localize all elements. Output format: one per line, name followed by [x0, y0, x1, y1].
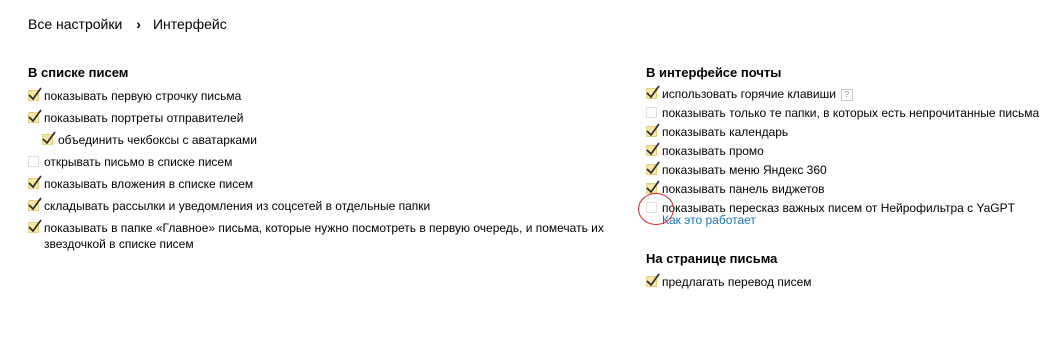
option-show-attachments[interactable]: показывать вложения в списке писем [28, 175, 608, 192]
option-show-widgets-panel[interactable]: показывать панель виджетов [646, 180, 1064, 197]
mail-interface-section: В интерфейсе почты использовать горячие … [638, 64, 1064, 296]
checkbox[interactable] [646, 273, 660, 287]
option-label: показывать в папке «Главное» письма, кот… [44, 221, 604, 251]
checkbox[interactable] [28, 175, 42, 189]
option-label: объединить чекбоксы с аватарками [58, 133, 258, 147]
option-label: показывать портреты отправителей [44, 111, 244, 125]
breadcrumb-all-settings[interactable]: Все настройки [28, 16, 122, 32]
option-merge-checkboxes-avatars[interactable]: объединить чекбоксы с аватарками [42, 131, 608, 148]
option-show-calendar[interactable]: показывать календарь [646, 123, 1064, 140]
checkbox[interactable] [28, 197, 42, 211]
option-label: открывать письмо в списке писем [44, 155, 233, 169]
letter-page-options: предлагать перевод писем [646, 273, 1064, 290]
mail-interface-title: В интерфейсе почты [646, 65, 782, 80]
checkbox[interactable] [646, 142, 660, 156]
check-icon [28, 197, 42, 211]
option-show-promo[interactable]: показывать промо [646, 142, 1064, 159]
checkbox[interactable] [28, 109, 42, 123]
check-icon [646, 123, 660, 137]
option-show-first-line[interactable]: показывать первую строчку письма [28, 87, 608, 104]
option-offer-translation[interactable]: предлагать перевод писем [646, 273, 1064, 290]
help-icon[interactable]: ? [840, 89, 853, 101]
mail-interface-options: использовать горячие клавиши? показывать… [638, 85, 1064, 228]
check-icon [28, 109, 42, 123]
checkbox[interactable] [28, 219, 42, 233]
option-label: показывать календарь [662, 125, 789, 139]
option-show-sender-portraits[interactable]: показывать портреты отправителей [28, 109, 608, 126]
check-icon [646, 180, 660, 194]
option-label: предлагать перевод писем [662, 275, 812, 289]
option-label: показывать вложения в списке писем [44, 177, 254, 191]
option-label: показывать только те папки, в которых ес… [662, 106, 1040, 120]
option-label: складывать рассылки и уведомления из соц… [44, 199, 431, 213]
breadcrumb: Все настройки › Интерфейс [28, 16, 227, 32]
check-icon [646, 273, 660, 287]
option-open-letter-in-list[interactable]: открывать письмо в списке писем [28, 154, 608, 170]
checkbox[interactable] [42, 131, 56, 145]
check-icon [28, 175, 42, 189]
option-label: показывать меню Яндекс 360 [662, 163, 827, 177]
checkbox[interactable] [646, 180, 660, 194]
checkbox[interactable] [646, 107, 657, 118]
list-settings-section: В списке писем показывать первую строчку… [28, 64, 608, 258]
checkbox[interactable] [646, 85, 660, 99]
option-hotkeys[interactable]: использовать горячие клавиши? [646, 85, 1064, 102]
check-icon [646, 142, 660, 156]
list-settings-title: В списке писем [28, 65, 129, 80]
check-icon [646, 161, 660, 175]
breadcrumb-current: Интерфейс [152, 16, 227, 32]
check-icon [42, 131, 56, 145]
checkbox[interactable] [646, 123, 660, 137]
option-unread-folders-only[interactable]: показывать только те папки, в которых ес… [646, 105, 1064, 121]
option-group-newsletters[interactable]: складывать рассылки и уведомления из соц… [28, 197, 608, 214]
checkbox[interactable] [28, 156, 39, 167]
check-icon [28, 87, 42, 101]
option-neurofilter-summary[interactable]: показывать пересказ важных писем от Нейр… [638, 193, 1064, 228]
option-label: использовать горячие клавиши [662, 87, 836, 101]
check-icon [646, 85, 660, 99]
letter-page-title: На странице письма [646, 251, 778, 266]
option-label: показывать промо [662, 144, 764, 158]
list-settings-options: показывать первую строчку письма показыв… [28, 87, 608, 252]
check-icon [28, 219, 42, 233]
option-label: показывать первую строчку письма [44, 89, 242, 103]
checkbox[interactable] [28, 87, 42, 101]
option-label: показывать панель виджетов [662, 182, 825, 196]
checkbox[interactable] [646, 161, 660, 175]
option-show-360-menu[interactable]: показывать меню Яндекс 360 [646, 161, 1064, 178]
checkbox[interactable] [646, 202, 657, 213]
option-important-folder[interactable]: показывать в папке «Главное» письма, кот… [28, 219, 608, 252]
chevron-right-icon: › [136, 16, 141, 32]
